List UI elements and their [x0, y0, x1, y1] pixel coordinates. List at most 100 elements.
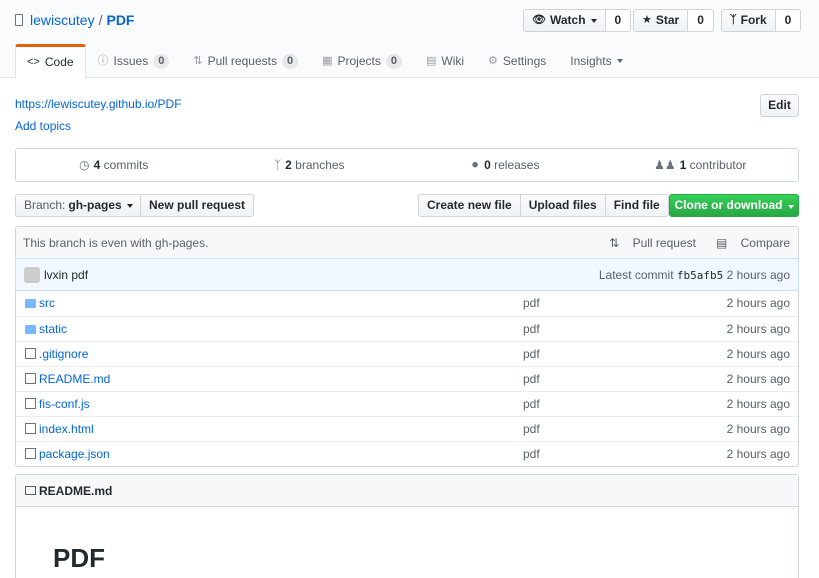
file-name-link[interactable]: static [39, 322, 67, 336]
commit-message-link[interactable]: pdf [71, 268, 88, 282]
releases-count: 0 [484, 158, 491, 172]
file-name-link[interactable]: src [39, 296, 55, 310]
file-name-link[interactable]: fis-conf.js [39, 397, 90, 411]
issues-counter: 0 [153, 53, 170, 69]
file-icon [25, 448, 36, 459]
file-age: 2 hours ago [726, 447, 790, 461]
wiki-icon: ▤ [425, 54, 437, 67]
caret-down-icon [616, 59, 623, 63]
commits-summary[interactable]: ◷ 4 commits [16, 149, 212, 181]
commit-sha-link[interactable]: fb5afb5 [677, 269, 723, 282]
releases-summary[interactable]: ⚫ 0 releases [407, 149, 603, 181]
watch-action: 👁 Watch 0 [523, 9, 632, 32]
projects-counter: 0 [385, 53, 402, 69]
file-age: 2 hours ago [726, 372, 790, 386]
fork-label: Fork [740, 13, 767, 27]
add-topics-link[interactable]: Add topics [15, 119, 71, 133]
tab-issues[interactable]: ⓘ Issues 0 [86, 44, 182, 78]
star-button[interactable]: ★ Star [633, 9, 689, 32]
watch-label: Watch [549, 13, 586, 27]
file-commit-message[interactable]: pdf [523, 347, 540, 361]
readme-header: README.md [16, 475, 798, 507]
file-age: 2 hours ago [726, 397, 790, 411]
star-icon: ★ [642, 14, 652, 26]
readme-panel: README.md PDF [15, 474, 799, 578]
diff-icon: ▤ [715, 236, 728, 250]
branch-status-message: This branch is even with gh-pages. [23, 236, 209, 250]
star-label: Star [655, 13, 680, 27]
pull-request-link[interactable]: ⇅ Pull request [599, 236, 696, 250]
branch-select-button[interactable]: Branch: gh-pages [15, 194, 142, 217]
file-name-link[interactable]: index.html [39, 422, 94, 436]
branch-icon: ᛉ [273, 158, 282, 172]
tab-projects[interactable]: ▦ Projects 0 [310, 44, 414, 78]
commit-author-link[interactable]: lvxin [44, 268, 68, 282]
file-commit-message[interactable]: pdf [523, 447, 540, 461]
repo-title: lewiscutey / PDF [15, 11, 134, 29]
file-icon [25, 398, 36, 409]
tab-code[interactable]: <> Code [15, 44, 86, 79]
compare-link[interactable]: ▤ Compare [706, 236, 790, 250]
edit-button[interactable]: Edit [760, 94, 799, 117]
star-action: ★ Star 0 [633, 9, 714, 32]
branches-summary[interactable]: ᛉ2 branches [212, 149, 408, 181]
file-age: 2 hours ago [726, 322, 790, 336]
file-actions-group: Create new file Upload files Find file [418, 194, 669, 217]
file-name-link[interactable]: README.md [39, 372, 110, 386]
homepage-link[interactable]: https://lewiscutey.github.io/PDF [15, 97, 182, 111]
repo-owner-link[interactable]: lewiscutey [30, 11, 95, 29]
branch-prefix: Branch: [24, 198, 66, 212]
issue-icon: ⓘ [97, 54, 109, 67]
file-list: src pdf 2 hours ago static pdf 2 hours a… [15, 291, 799, 467]
file-name-link[interactable]: package.json [39, 447, 110, 461]
find-file-button[interactable]: Find file [605, 194, 669, 217]
forks-count[interactable]: 0 [775, 9, 802, 32]
watch-button[interactable]: 👁 Watch [523, 9, 606, 32]
file-commit-message[interactable]: pdf [523, 296, 540, 310]
contributors-summary[interactable]: ♟♟ 1 contributor [603, 149, 799, 181]
watchers-count[interactable]: 0 [605, 9, 632, 32]
table-row: index.html pdf 2 hours ago [16, 416, 798, 441]
pull-requests-counter: 0 [281, 53, 299, 69]
tab-settings-label: Settings [502, 53, 547, 68]
table-row: static pdf 2 hours ago [16, 316, 798, 341]
table-row: .gitignore pdf 2 hours ago [16, 341, 798, 366]
file-commit-message[interactable]: pdf [523, 372, 540, 386]
repo-name-link[interactable]: PDF [106, 11, 134, 29]
file-age: 2 hours ago [726, 296, 790, 310]
fork-button[interactable]: ᛉ Fork [721, 9, 776, 32]
pr-icon: ⇅ [609, 236, 620, 250]
avatar[interactable] [24, 267, 40, 283]
releases-label: releases [494, 158, 540, 172]
stargazers-count[interactable]: 0 [688, 9, 714, 32]
file-commit-message[interactable]: pdf [523, 397, 540, 411]
file-commit-message[interactable]: pdf [523, 422, 540, 436]
tab-issues-label: Issues [113, 53, 149, 68]
pull-request-label: Pull request [632, 236, 696, 250]
caret-down-icon [126, 203, 133, 208]
fork-icon: ᛉ [730, 14, 737, 26]
file-name-link[interactable]: .gitignore [39, 347, 88, 361]
tab-insights[interactable]: Insights [558, 44, 634, 78]
tab-insights-label: Insights [570, 53, 612, 68]
fork-action: ᛉ Fork 0 [721, 9, 802, 32]
tab-wiki[interactable]: ▤ Wiki [414, 44, 476, 78]
table-row: package.json pdf 2 hours ago [16, 441, 798, 466]
tab-settings[interactable]: ⚙ Settings [476, 44, 558, 78]
history-icon: ◷ [79, 158, 90, 172]
create-new-file-button[interactable]: Create new file [418, 194, 521, 217]
file-commit-message[interactable]: pdf [523, 322, 540, 336]
upload-files-button[interactable]: Upload files [520, 194, 606, 217]
commit-age: 2 hours ago [726, 268, 790, 282]
tab-pull-requests-label: Pull requests [207, 53, 277, 68]
new-pull-request-button[interactable]: New pull request [140, 194, 255, 217]
clone-or-download-button[interactable]: Clone or download [669, 194, 799, 217]
folder-icon [25, 325, 36, 334]
clone-label: Clone or download [674, 198, 783, 212]
table-row: fis-conf.js pdf 2 hours ago [16, 391, 798, 416]
people-icon: ♟♟ [654, 158, 676, 172]
tag-icon: ⚫ [470, 158, 481, 172]
tab-pull-requests[interactable]: ⇅ Pull requests 0 [181, 44, 310, 78]
branches-count: 2 [285, 158, 292, 172]
file-icon [25, 373, 36, 384]
